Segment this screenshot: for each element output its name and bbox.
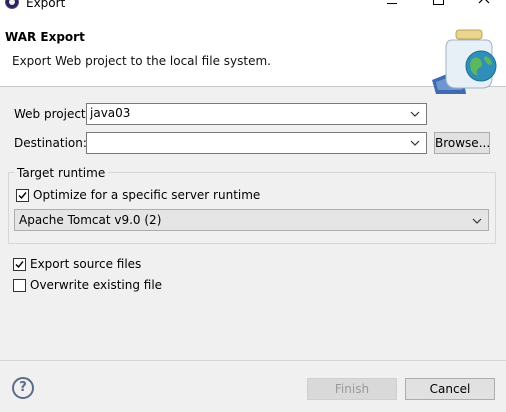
wizard-header: WAR Export Export Web project to the loc… bbox=[0, 12, 506, 94]
cancel-button[interactable]: Cancel bbox=[405, 378, 495, 400]
eclipse-icon bbox=[5, 0, 19, 9]
export-source-checkbox[interactable] bbox=[13, 258, 26, 271]
footer-separator bbox=[0, 360, 506, 361]
close-icon bbox=[478, 0, 490, 4]
maximize-button[interactable] bbox=[424, 0, 452, 12]
target-runtime-group bbox=[8, 172, 496, 244]
export-source-label: Export source files bbox=[30, 257, 142, 271]
help-icon[interactable]: ? bbox=[12, 377, 34, 399]
export-jar-globe-icon bbox=[432, 29, 497, 94]
page-description: Export Web project to the local file sys… bbox=[12, 54, 271, 68]
optimize-checkbox[interactable] bbox=[16, 189, 29, 202]
browse-button[interactable]: Browse... bbox=[434, 132, 490, 154]
target-runtime-group-label: Target runtime bbox=[14, 166, 109, 180]
finish-button[interactable]: Finish bbox=[307, 378, 397, 400]
title-bar: Export bbox=[0, 0, 506, 12]
window-title: Export bbox=[26, 0, 66, 10]
overwrite-label: Overwrite existing file bbox=[30, 278, 163, 292]
chevron-down-icon bbox=[472, 218, 482, 224]
web-project-combo[interactable]: java03 bbox=[86, 103, 427, 125]
page-title: WAR Export bbox=[5, 30, 85, 44]
check-icon bbox=[15, 261, 24, 269]
runtime-select[interactable]: Apache Tomcat v9.0 (2) bbox=[14, 209, 489, 231]
check-icon bbox=[18, 192, 27, 200]
close-button[interactable] bbox=[470, 0, 498, 12]
web-project-label: Web project: bbox=[14, 107, 90, 121]
minimize-button[interactable] bbox=[378, 0, 406, 12]
overwrite-checkbox[interactable] bbox=[13, 279, 26, 292]
chevron-down-icon bbox=[410, 111, 420, 117]
destination-combo[interactable] bbox=[86, 132, 427, 154]
optimize-label: Optimize for a specific server runtime bbox=[33, 188, 261, 202]
destination-label: Destination: bbox=[14, 136, 87, 150]
web-project-value: java03 bbox=[90, 106, 131, 120]
runtime-value: Apache Tomcat v9.0 (2) bbox=[19, 213, 162, 227]
chevron-down-icon bbox=[410, 140, 420, 146]
